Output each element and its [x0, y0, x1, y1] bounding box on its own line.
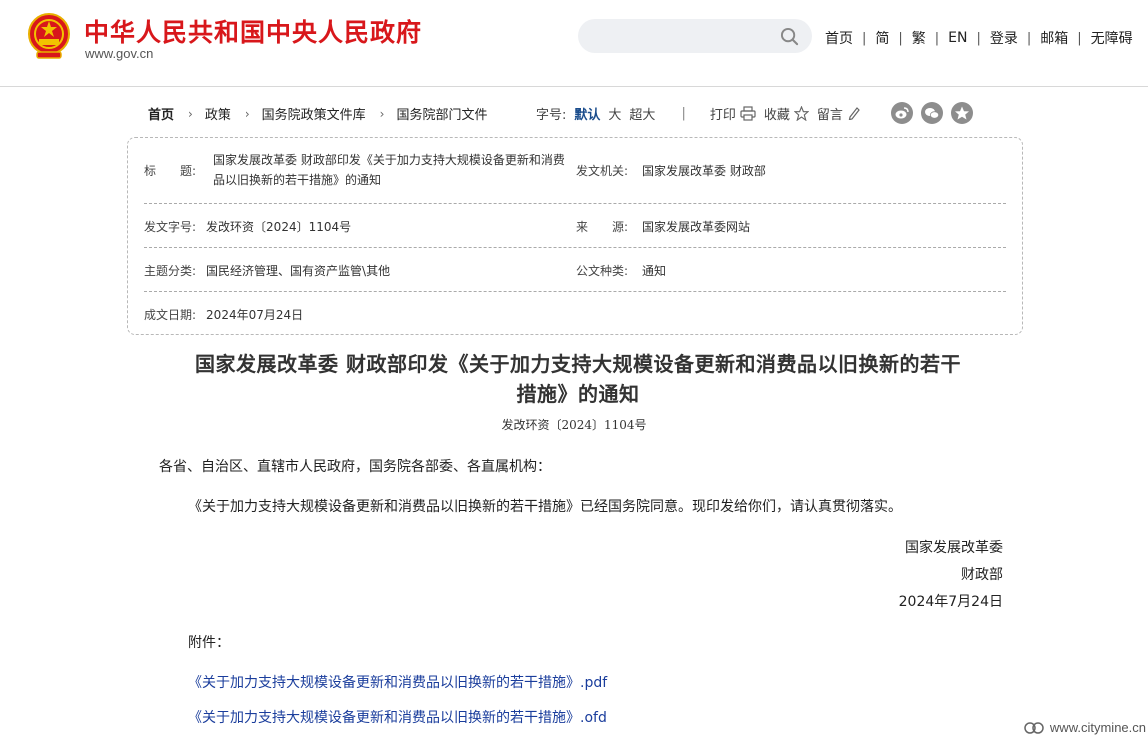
source-label: 来 源: — [576, 220, 629, 234]
font-size-large[interactable]: 大 — [608, 104, 621, 123]
title-label: 标 题: — [144, 164, 197, 178]
issuer-label: 发文机关: — [576, 164, 629, 178]
tools-divider: | — [681, 105, 686, 121]
article-doc-no: 发改环资〔2024〕1104号 — [501, 418, 647, 432]
info-row-title: 标 题: 国家发展改革委 财政部印发《关于加力支持大规模设备更新和消费品以旧换新… — [144, 148, 1006, 204]
wechat-icon[interactable] — [920, 102, 943, 124]
site-domain: www.gov.cn — [85, 46, 154, 61]
search-box — [578, 19, 812, 53]
star-outline-icon — [793, 105, 809, 121]
font-size-default[interactable]: 默认 — [574, 104, 600, 123]
signature-mof: 财政部 — [961, 567, 1003, 583]
favorite-label: 收藏 — [763, 107, 790, 123]
search-input[interactable] — [578, 19, 768, 53]
doc-no-label: 发文字号: — [144, 220, 197, 234]
nav-separator: | — [976, 30, 981, 46]
date-value: 2024年07月24日 — [206, 308, 304, 322]
signature-date: 2024年7月24日 — [898, 594, 1003, 610]
nav-separator: | — [934, 30, 940, 46]
article-paragraph: 《关于加力支持大规模设备更新和消费品以旧换新的若干措施》已经国务院同意。现印发给… — [188, 499, 902, 515]
nav-separator: | — [898, 30, 903, 46]
favorite-button[interactable]: 收藏 — [764, 104, 809, 123]
weibo-icon[interactable] — [890, 102, 913, 124]
date-label: 成文日期: — [144, 308, 197, 322]
watermark-text: www.citymine.cn — [1049, 720, 1146, 735]
topic-value: 国民经济管理、国有资产监管\其他 — [206, 264, 391, 278]
watermark-logo-icon — [1024, 721, 1044, 734]
breadcrumb-policy[interactable]: 政策 — [205, 104, 231, 123]
comment-button[interactable]: 留言 — [817, 104, 861, 123]
type-label: 公文种类: — [576, 264, 629, 278]
watermark: www.citymine.cn — [1024, 720, 1146, 735]
info-row-docno: 发文字号: 发改环资〔2024〕1104号 来 源: 国家发展改革委网站 — [144, 204, 1006, 248]
chevron-right-icon: › — [188, 106, 193, 121]
nav-accessibility[interactable]: 无障碍 — [1091, 28, 1133, 48]
document-info-box: 标 题: 国家发展改革委 财政部印发《关于加力支持大规模设备更新和消费品以旧换新… — [127, 137, 1023, 335]
issuer-value: 国家发展改革委 财政部 — [642, 164, 766, 178]
comment-label: 留言 — [816, 107, 843, 123]
breadcrumb: 首页 › 政策 › 国务院政策文件库 › 国务院部门文件 — [148, 104, 488, 124]
article-tools: 字号: 默认 大 超大 | 打印 收藏 留言 — [536, 102, 981, 124]
nav-english[interactable]: EN — [948, 30, 967, 46]
favorite-star-icon[interactable] — [950, 102, 973, 124]
top-nav: 首页 | 简 | 繁 | EN | 登录 | 邮箱 | 无障碍 — [825, 28, 1133, 48]
printer-icon — [740, 105, 756, 121]
source-value: 国家发展改革委网站 — [642, 220, 751, 234]
doc-no-value: 发改环资〔2024〕1104号 — [206, 220, 352, 234]
attachment-link-ofd[interactable]: 《关于加力支持大规模设备更新和消费品以旧换新的若干措施》.ofd — [188, 707, 607, 727]
chevron-right-icon: › — [244, 106, 250, 121]
title-value: 国家发展改革委 财政部印发《关于加力支持大规模设备更新和消费品以旧换新的若干措施… — [213, 153, 565, 187]
print-button[interactable]: 打印 — [710, 104, 756, 123]
article-title: 国家发展改革委 财政部印发《关于加力支持大规模设备更新和消费品以旧换新的若干 措… — [160, 349, 996, 409]
attachment-link-pdf[interactable]: 《关于加力支持大规模设备更新和消费品以旧换新的若干措施》.pdf — [188, 672, 607, 692]
nav-simplified[interactable]: 简 — [875, 28, 889, 48]
nav-separator: | — [1026, 30, 1032, 46]
chevron-right-icon: › — [379, 106, 385, 121]
nav-separator: | — [1077, 30, 1082, 46]
site-header: 中华人民共和国中央人民政府 www.gov.cn 首页 | 简 | 繁 | EN… — [0, 0, 1148, 87]
nav-mailbox[interactable]: 邮箱 — [1040, 28, 1068, 48]
signature-ndrc: 国家发展改革委 — [905, 540, 1003, 556]
article-title-line-2: 措施》的通知 — [516, 382, 640, 406]
topic-label: 主题分类: — [144, 264, 197, 278]
nav-separator: | — [862, 30, 867, 46]
article-title-line-1: 国家发展改革委 财政部印发《关于加力支持大规模设备更新和消费品以旧换新的若干 — [195, 352, 961, 376]
nav-home[interactable]: 首页 — [825, 28, 853, 48]
font-size-label: 字号: — [536, 107, 567, 123]
info-row-topic: 主题分类: 国民经济管理、国有资产监管\其他 公文种类: 通知 — [144, 248, 1006, 292]
info-row-date: 成文日期: 2024年07月24日 — [144, 292, 1006, 332]
search-icon[interactable] — [780, 27, 799, 46]
breadcrumb-home[interactable]: 首页 — [148, 104, 174, 123]
font-size-xlarge[interactable]: 超大 — [629, 104, 655, 123]
site-title[interactable]: 中华人民共和国中央人民政府 — [84, 13, 422, 49]
national-emblem-icon[interactable] — [27, 12, 71, 60]
breadcrumb-policy-library[interactable]: 国务院政策文件库 — [262, 104, 366, 123]
breadcrumb-dept-docs[interactable]: 国务院部门文件 — [396, 104, 487, 123]
print-label: 打印 — [709, 107, 736, 123]
article-salutation: 各省、自治区、直辖市人民政府，国务院各部委、各直属机构： — [159, 459, 551, 475]
nav-login[interactable]: 登录 — [990, 28, 1018, 48]
pencil-icon — [848, 107, 860, 120]
type-value: 通知 — [642, 264, 667, 278]
nav-traditional[interactable]: 繁 — [912, 28, 926, 48]
attachment-label: 附件： — [188, 635, 230, 651]
